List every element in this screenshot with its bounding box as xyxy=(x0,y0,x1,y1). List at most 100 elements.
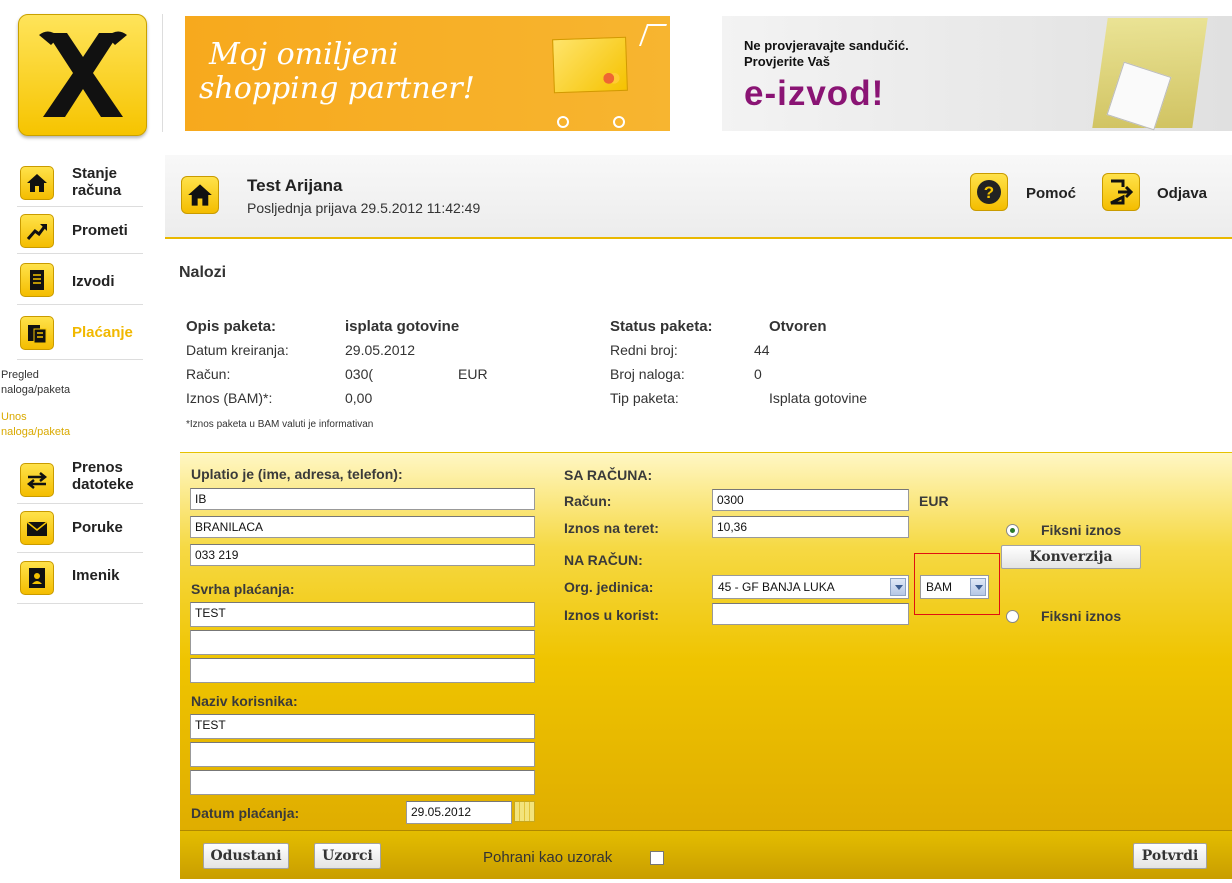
submenu-orders-overview[interactable]: Pregled naloga/paketa xyxy=(1,368,70,398)
payer-line-3-input[interactable]: 033 219 xyxy=(190,544,535,566)
logo-cross-icon xyxy=(39,31,127,117)
package-type-label: Tip paketa: xyxy=(610,390,679,406)
package-account-label: Račun: xyxy=(186,366,231,382)
eizvod-title: e-izvod! xyxy=(744,74,885,113)
sidebar-item-balance[interactable]: Stanje računa xyxy=(17,158,143,207)
payer-line-2-input[interactable]: BRANILACA xyxy=(190,516,535,538)
submenu-orders-entry[interactable]: Unos naloga/paketa xyxy=(1,410,70,440)
cart-handle-icon xyxy=(638,24,668,46)
sidebar-item-label: Izvodi xyxy=(72,273,115,290)
eizvod-line2: Provjerite Vaš xyxy=(744,54,830,69)
submenu-line2: naloga/paketa xyxy=(1,426,71,438)
package-status-value: Otvoren xyxy=(769,318,827,335)
divider xyxy=(162,14,163,132)
package-count-label: Broj naloga: xyxy=(610,366,685,382)
payment-date-input[interactable]: 29.05.2012 xyxy=(406,801,512,824)
credit-amount-label: Iznos u korist: xyxy=(564,607,659,623)
fixed-debit-label: Fiksni iznos xyxy=(1041,522,1122,538)
help-button[interactable]: ? xyxy=(970,173,1008,211)
submenu-line1: Pregled xyxy=(1,369,39,381)
confirm-button[interactable]: Potvrdi xyxy=(1133,843,1207,869)
svg-text:?: ? xyxy=(984,183,994,202)
cart-wheel-icon xyxy=(557,116,569,128)
sidebar-label-line2: računa xyxy=(72,182,122,199)
sidebar-label-line1: Prenos xyxy=(72,459,123,476)
help-icon: ? xyxy=(977,180,1001,204)
sidebar-item-transactions[interactable]: Prometi xyxy=(17,207,143,254)
transfer-icon xyxy=(20,463,54,497)
org-unit-select[interactable]: 45 - GF BANJA LUKA xyxy=(712,575,909,599)
convert-button[interactable]: Konverzija xyxy=(1001,545,1141,569)
save-template-checkbox[interactable] xyxy=(650,851,664,865)
package-desc-label: Opis paketa: xyxy=(186,318,277,335)
document-icon xyxy=(20,263,54,297)
home-icon xyxy=(188,184,212,206)
from-account-label: Račun: xyxy=(564,493,612,509)
shopping-banner[interactable]: Moj omiljeni shopping partner! xyxy=(185,16,670,131)
envelope-icon xyxy=(20,511,54,545)
cart-wheel-icon xyxy=(613,116,625,128)
recipient-label: Naziv korisnika: xyxy=(191,693,298,709)
calendar-icon[interactable] xyxy=(514,801,535,822)
purpose-line-2-input[interactable] xyxy=(190,630,535,655)
from-account-section-label: SA RAČUNA: xyxy=(564,467,653,483)
sidebar-item-messages[interactable]: Poruke xyxy=(17,504,143,553)
sidebar-item-label: Prometi xyxy=(72,222,128,239)
sidebar-item-file-transfer[interactable]: Prenos datoteke xyxy=(17,455,143,504)
sidebar-item-label: Stanje računa xyxy=(72,165,121,199)
credit-amount-input[interactable] xyxy=(712,603,909,625)
recipient-line-3-input[interactable] xyxy=(190,770,535,795)
user-name: Test Arijana xyxy=(247,176,343,195)
purpose-line-1-input[interactable]: TEST xyxy=(190,602,535,627)
package-date-label: Datum kreiranja: xyxy=(186,342,289,358)
sidebar-item-label: Poruke xyxy=(72,519,123,536)
logout-button[interactable] xyxy=(1102,173,1140,211)
payment-date-label: Datum plaćanja: xyxy=(191,805,300,821)
help-label[interactable]: Pomoć xyxy=(1026,185,1076,202)
logout-icon xyxy=(1110,179,1134,205)
package-account-currency: EUR xyxy=(458,366,488,382)
from-currency: EUR xyxy=(919,493,949,509)
purpose-line-3-input[interactable] xyxy=(190,658,535,683)
package-desc-value: isplata gotovine xyxy=(345,318,460,335)
fixed-credit-label: Fiksni iznos xyxy=(1041,608,1122,624)
eizvod-banner[interactable]: Ne provjeravajte sandučić. Provjerite Va… xyxy=(722,16,1232,131)
sidebar-item-payment[interactable]: Plaćanje xyxy=(17,305,143,360)
banner-slogan-line2: shopping partner! xyxy=(199,71,475,106)
sidebar-label-line2: datoteke xyxy=(72,476,134,493)
raiffeisen-logo[interactable] xyxy=(18,14,147,136)
submenu-line1: Unos xyxy=(1,411,27,423)
debit-amount-label: Iznos na teret: xyxy=(564,520,659,536)
home-button[interactable] xyxy=(181,176,219,214)
sidebar-item-statements[interactable]: Izvodi xyxy=(17,254,143,305)
trend-icon xyxy=(20,214,54,248)
templates-button[interactable]: Uzorci xyxy=(314,843,381,869)
org-unit-label: Org. jedinica: xyxy=(564,579,654,595)
fixed-credit-radio[interactable] xyxy=(1006,610,1019,623)
purpose-label: Svrha plaćanja: xyxy=(191,581,295,597)
logout-label[interactable]: Odjava xyxy=(1157,185,1207,202)
cancel-button[interactable]: Odustani xyxy=(203,843,289,869)
recipient-line-1-input[interactable]: TEST xyxy=(190,714,535,739)
org-unit-value: 45 - GF BANJA LUKA xyxy=(718,580,835,594)
package-amount-value: 0,00 xyxy=(345,390,373,406)
package-account-value: 030( xyxy=(345,366,374,382)
recipient-line-2-input[interactable] xyxy=(190,742,535,767)
payer-line-1-input[interactable]: IB xyxy=(190,488,535,510)
sidebar-item-address-book[interactable]: Imenik xyxy=(17,553,143,604)
fixed-debit-radio[interactable] xyxy=(1006,524,1019,537)
sidebar-item-label: Plaćanje xyxy=(72,324,133,341)
package-status-label: Status paketa: xyxy=(610,318,713,335)
sidebar-item-label: Prenos datoteke xyxy=(72,459,134,493)
eizvod-text: Ne provjeravajte sandučić. Provjerite Va… xyxy=(744,38,909,70)
package-note: *Iznos paketa u BAM valuti je informativ… xyxy=(186,419,374,430)
debit-amount-input[interactable]: 10,36 xyxy=(712,516,909,538)
chevron-down-icon[interactable] xyxy=(890,578,906,596)
package-ordinal-value: 44 xyxy=(754,342,770,358)
payment-icon xyxy=(20,316,54,350)
banner-slogan: Moj omiljeni shopping partner! xyxy=(199,37,475,106)
submenu-line2: naloga/paketa xyxy=(1,384,71,396)
from-account-input[interactable]: 0300 xyxy=(712,489,909,511)
banner-slogan-line1: Moj omiljeni xyxy=(209,37,399,72)
save-template-label: Pohrani kao uzorak xyxy=(483,849,613,866)
